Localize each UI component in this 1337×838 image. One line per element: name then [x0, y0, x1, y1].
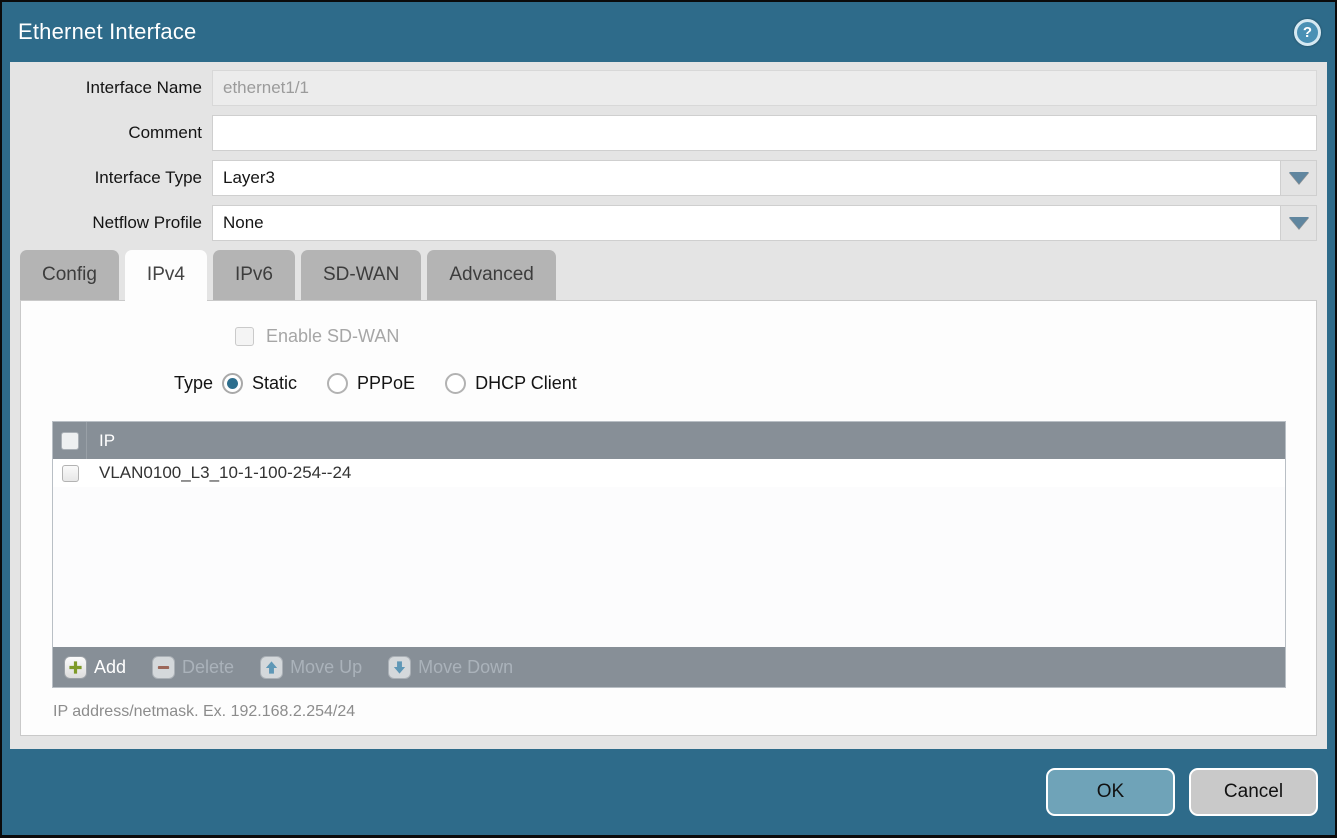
row-checkbox[interactable]	[62, 465, 79, 482]
move-down-button-label: Move Down	[418, 657, 513, 678]
enable-sdwan-row: Enable SD-WAN	[235, 325, 1301, 347]
radio-button-icon	[445, 373, 466, 394]
tab-advanced[interactable]: Advanced	[427, 250, 556, 300]
enable-sdwan-checkbox	[235, 327, 254, 346]
ok-button[interactable]: OK	[1046, 768, 1175, 816]
interface-name-label: Interface Name	[20, 78, 212, 98]
netflow-profile-value: None	[213, 206, 1280, 240]
comment-row: Comment	[20, 115, 1317, 151]
move-down-button[interactable]: Move Down	[388, 656, 513, 679]
netflow-profile-dropdown[interactable]: None	[212, 205, 1317, 241]
dialog-titlebar: Ethernet Interface ?	[2, 2, 1335, 62]
plus-icon	[64, 656, 87, 679]
row-checkbox-cell	[53, 465, 87, 482]
radio-dhcp-client-label: DHCP Client	[475, 373, 577, 394]
interface-name-row: Interface Name	[20, 70, 1317, 106]
dialog-footer: OK Cancel	[2, 749, 1335, 835]
add-button[interactable]: Add	[64, 656, 126, 679]
tab-config[interactable]: Config	[20, 250, 119, 300]
comment-label: Comment	[20, 123, 212, 143]
enable-sdwan-label: Enable SD-WAN	[266, 326, 399, 347]
ethernet-interface-dialog: Ethernet Interface ? Interface Name Comm…	[0, 0, 1337, 838]
tab-ipv6[interactable]: IPv6	[213, 250, 295, 300]
chevron-down-icon[interactable]	[1280, 161, 1316, 195]
table-empty-area	[53, 487, 1285, 647]
netflow-profile-row: Netflow Profile None	[20, 205, 1317, 241]
radio-pppoe[interactable]: PPPoE	[327, 373, 415, 394]
table-row[interactable]: VLAN0100_L3_10-1-100-254--24	[53, 459, 1285, 487]
ip-table: IP VLAN0100_L3_10-1-100-254--24 Add	[52, 421, 1286, 688]
interface-type-dropdown[interactable]: Layer3	[212, 160, 1317, 196]
select-all-checkbox[interactable]	[61, 432, 79, 450]
type-row: Type Static PPPoE DHCP Client	[36, 372, 1301, 395]
ip-table-header: IP	[53, 422, 1285, 459]
interface-type-row: Interface Type Layer3	[20, 160, 1317, 196]
netflow-profile-label: Netflow Profile	[20, 213, 212, 233]
minus-icon	[152, 656, 175, 679]
hint-text: IP address/netmask. Ex. 192.168.2.254/24	[53, 703, 1301, 721]
radio-static[interactable]: Static	[222, 373, 297, 394]
table-toolbar: Add Delete Move Up	[53, 647, 1285, 687]
ip-column-header[interactable]: IP	[87, 431, 115, 451]
radio-pppoe-label: PPPoE	[357, 373, 415, 394]
tab-sdwan[interactable]: SD-WAN	[301, 250, 421, 300]
add-button-label: Add	[94, 657, 126, 678]
interface-type-value: Layer3	[213, 161, 1280, 195]
dialog-title: Ethernet Interface	[18, 19, 196, 45]
tab-ipv4[interactable]: IPv4	[125, 250, 207, 301]
ipv4-panel: Enable SD-WAN Type Static PPPoE DHCP Cli…	[20, 300, 1317, 736]
type-label: Type	[36, 373, 213, 394]
radio-button-icon	[327, 373, 348, 394]
move-up-button-label: Move Up	[290, 657, 362, 678]
help-icon[interactable]: ?	[1294, 19, 1321, 46]
interface-name-input	[212, 70, 1317, 106]
cancel-button[interactable]: Cancel	[1189, 768, 1318, 816]
chevron-down-icon[interactable]	[1280, 206, 1316, 240]
interface-type-label: Interface Type	[20, 168, 212, 188]
radio-dhcp-client[interactable]: DHCP Client	[445, 373, 577, 394]
select-all-cell	[53, 422, 87, 459]
radio-static-label: Static	[252, 373, 297, 394]
delete-button-label: Delete	[182, 657, 234, 678]
delete-button[interactable]: Delete	[152, 656, 234, 679]
arrow-down-icon	[388, 656, 411, 679]
ip-cell-value: VLAN0100_L3_10-1-100-254--24	[87, 463, 351, 483]
arrow-up-icon	[260, 656, 283, 679]
dialog-body: Interface Name Comment Interface Type La…	[10, 62, 1327, 749]
move-up-button[interactable]: Move Up	[260, 656, 362, 679]
tabstrip: Config IPv4 IPv6 SD-WAN Advanced	[20, 250, 1317, 300]
comment-input[interactable]	[212, 115, 1317, 151]
radio-button-icon	[222, 373, 243, 394]
